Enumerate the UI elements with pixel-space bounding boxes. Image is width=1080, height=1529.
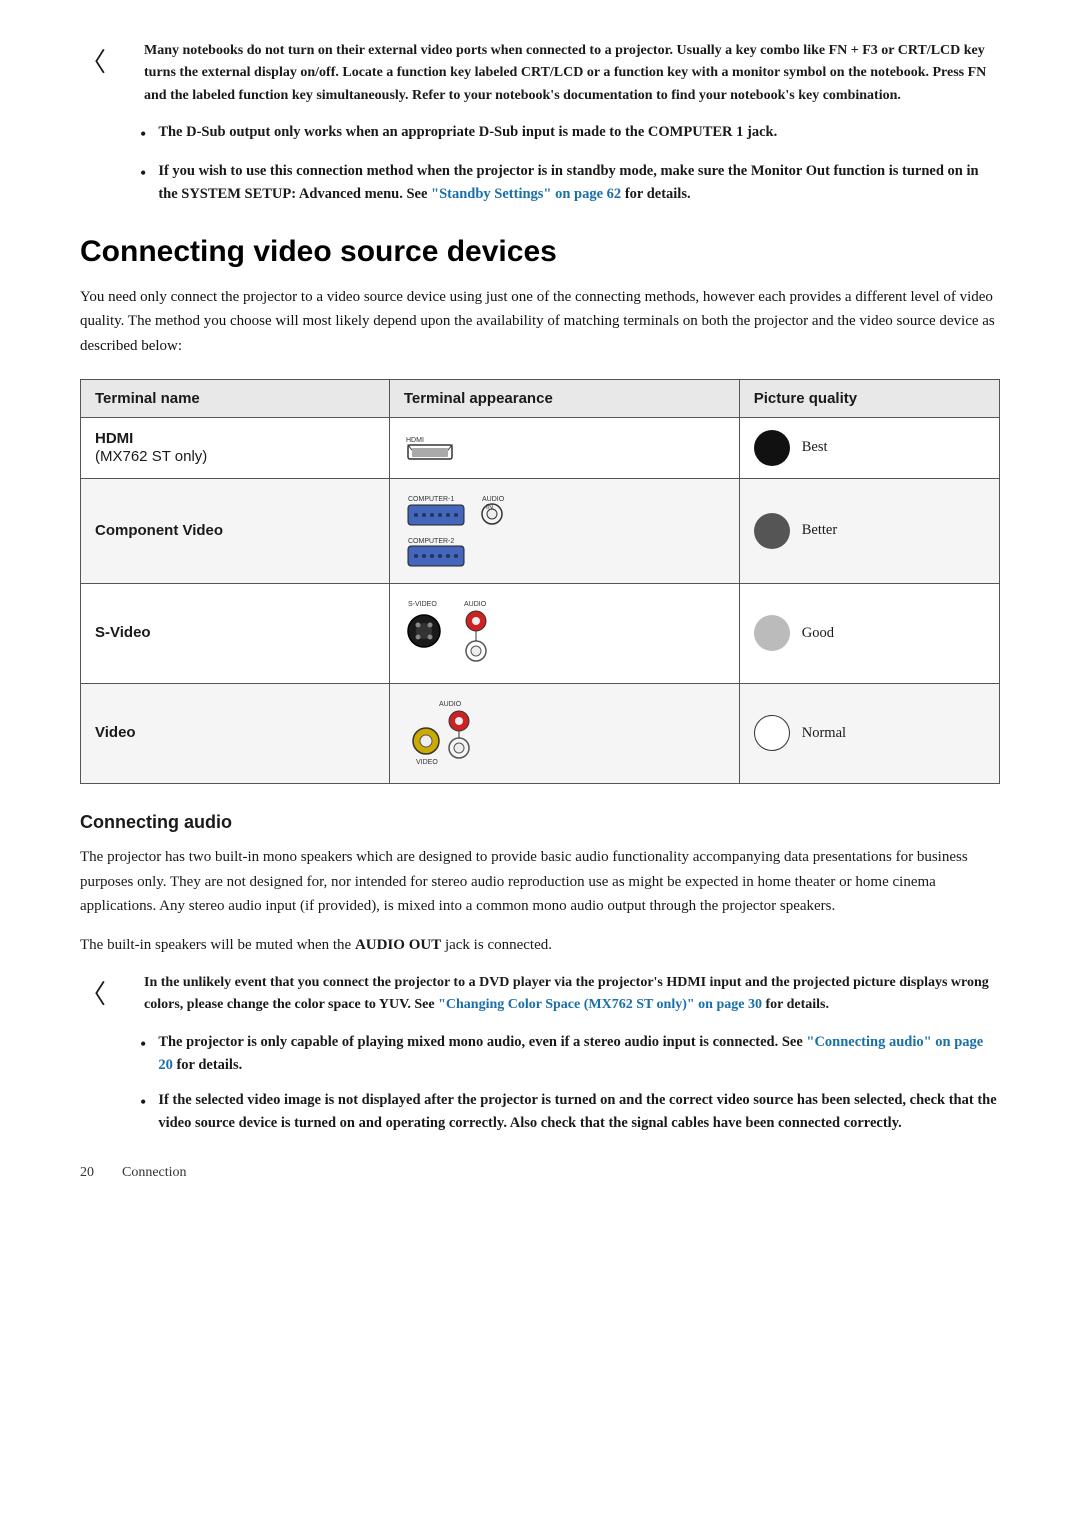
note-content-2: In the unlikely event that you connect t… — [144, 972, 1000, 1017]
quality-better: Better — [754, 513, 985, 549]
circle-best — [754, 430, 790, 466]
terminal-name-component: Component Video — [95, 522, 223, 539]
bullet-item-2: • If you wish to use this connection met… — [140, 160, 1000, 206]
note-icon-1: 〈 — [80, 42, 132, 79]
quality-best: Best — [754, 430, 985, 466]
bottom-bullet-text-2: If the selected video image is not displ… — [158, 1089, 1000, 1135]
top-bullet-list: • The D-Sub output only works when an ap… — [140, 121, 1000, 206]
table-row-video: Video AUDIO — [81, 683, 1000, 783]
svg-text:COMPUTER-1: COMPUTER-1 — [408, 496, 454, 503]
quality-label-component: Better — [802, 522, 837, 539]
audio-para2-post: jack is connected. — [441, 937, 552, 953]
terminal-appearance-video: AUDIO VIDEO — [389, 683, 739, 783]
svg-text:VIDEO: VIDEO — [416, 759, 438, 766]
bottom-bullet-text-1: The projector is only capable of playing… — [158, 1031, 1000, 1077]
quality-good: Good — [754, 615, 985, 651]
bottom-bullet-dot-2: • — [140, 1089, 146, 1135]
terminal-name-hdmi: HDMI (MX762 ST only) — [95, 430, 375, 465]
svg-text:AUDIO: AUDIO — [439, 701, 462, 708]
note-block-2: 〈 In the unlikely event that you connect… — [80, 972, 1000, 1017]
terminal-name-svideo: S-Video — [95, 624, 151, 641]
audio-para-1: The projector has two built-in mono spea… — [80, 845, 1000, 919]
bottom-bullet-1: • The projector is only capable of playi… — [140, 1031, 1000, 1077]
bullet-text-1: The D-Sub output only works when an appr… — [158, 121, 777, 148]
audio-out-bold: AUDIO OUT — [355, 937, 441, 953]
circle-normal — [754, 715, 790, 751]
bullet-item-1: • The D-Sub output only works when an ap… — [140, 121, 1000, 148]
terminal-appearance-svideo: S-VIDEO AUDIO — [389, 583, 739, 683]
col-header-appearance: Terminal appearance — [389, 379, 739, 417]
standby-link[interactable]: "Standby Settings" on page 62 — [431, 186, 621, 202]
bottom-bullet-2: • If the selected video image is not dis… — [140, 1089, 1000, 1135]
component-svg: COMPUTER-1 AUDIO IN — [404, 491, 534, 571]
page-number: 20 — [80, 1165, 94, 1180]
color-space-link[interactable]: "Changing Color Space (MX762 ST only)" o… — [438, 997, 762, 1012]
svideo-svg: S-VIDEO AUDIO — [404, 596, 524, 671]
note-text-block-2: In the unlikely event that you connect t… — [144, 972, 1000, 1017]
svg-text:AUDIO: AUDIO — [464, 601, 487, 608]
terminal-appearance-component: COMPUTER-1 AUDIO IN — [389, 478, 739, 583]
quality-label-svideo: Good — [802, 625, 834, 642]
note-block-1: 〈 Many notebooks do not turn on their ex… — [80, 40, 1000, 107]
quality-cell-component: Better — [739, 478, 999, 583]
svg-text:HDMI: HDMI — [406, 437, 424, 444]
video-appearance: AUDIO VIDEO — [404, 696, 725, 771]
svg-text:S-VIDEO: S-VIDEO — [408, 601, 437, 608]
audio-para2-pre: The built-in speakers will be muted when… — [80, 937, 355, 953]
video-svg: AUDIO VIDEO — [404, 696, 504, 771]
table-row-hdmi: HDMI (MX762 ST only) HDMI — [81, 417, 1000, 478]
svg-text:COMPUTER-2: COMPUTER-2 — [408, 538, 454, 545]
intro-text: You need only connect the projector to a… — [80, 285, 1000, 359]
quality-cell-video: Normal — [739, 683, 999, 783]
col-header-terminal: Terminal name — [81, 379, 390, 417]
note-text-1: Many notebooks do not turn on their exte… — [144, 40, 1000, 107]
quality-cell-svideo: Good — [739, 583, 999, 683]
circle-better — [754, 513, 790, 549]
bottom-bullet-list: • The projector is only capable of playi… — [140, 1031, 1000, 1136]
section-title: Connecting video source devices — [80, 235, 1000, 269]
table-row-svideo: S-Video S-VIDEO AUDIO — [81, 583, 1000, 683]
footer-section: Connection — [122, 1165, 187, 1180]
hdmi-svg-icon: HDMI — [404, 432, 464, 464]
hdmi-appearance: HDMI — [404, 432, 725, 464]
col-header-quality: Picture quality — [739, 379, 999, 417]
audio-section-title: Connecting audio — [80, 812, 1000, 833]
terminal-sub-hdmi: (MX762 ST only) — [95, 448, 375, 465]
svg-text:AUDIO: AUDIO — [482, 496, 505, 503]
note-icon-2: 〈 — [80, 974, 132, 1011]
page-footer: 20 Connection — [80, 1165, 1000, 1181]
bullet-text-2: If you wish to use this connection metho… — [158, 160, 1000, 206]
quality-label-video: Normal — [802, 725, 846, 742]
quality-normal: Normal — [754, 715, 985, 751]
quality-cell-hdmi: Best — [739, 417, 999, 478]
note-content-1: Many notebooks do not turn on their exte… — [144, 40, 1000, 107]
bullet-dot-1: • — [140, 121, 146, 148]
terminal-appearance-hdmi: HDMI — [389, 417, 739, 478]
quality-label-hdmi: Best — [802, 439, 828, 456]
bottom-bullet-dot-1: • — [140, 1031, 146, 1077]
connection-table: Terminal name Terminal appearance Pictur… — [80, 379, 1000, 784]
bullet-dot-2: • — [140, 160, 146, 206]
circle-good — [754, 615, 790, 651]
table-row-component: Component Video COMPUTER-1 AUDIO IN — [81, 478, 1000, 583]
terminal-name-video: Video — [95, 724, 136, 741]
component-appearance: COMPUTER-1 AUDIO IN — [404, 491, 725, 571]
audio-para-2: The built-in speakers will be muted when… — [80, 933, 1000, 958]
svideo-appearance: S-VIDEO AUDIO — [404, 596, 725, 671]
